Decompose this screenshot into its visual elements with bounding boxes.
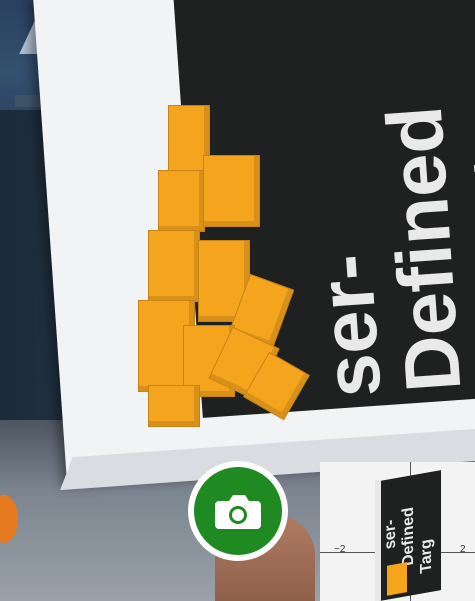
card-text-line2: Defined — [369, 103, 475, 395]
ar-cube-stack — [128, 100, 318, 430]
ar-cube — [203, 155, 260, 227]
preview-label-1: ser- — [382, 518, 399, 551]
capture-button-face[interactable] — [194, 467, 282, 555]
ar-cube — [148, 385, 200, 427]
preview-tick-left: −2 — [334, 544, 346, 555]
ar-cube — [158, 170, 205, 232]
ar-cube — [148, 230, 200, 302]
preview-label-2: Defined — [400, 505, 417, 568]
preview-thumbnail[interactable]: −2 2 ser- Defined Targ — [320, 462, 475, 601]
camera-icon — [215, 495, 261, 529]
preview-tick-right: 2 — [460, 544, 466, 555]
preview-card: ser- Defined Targ — [375, 470, 441, 601]
preview-label-3: Targ — [418, 537, 435, 575]
preview-cubes — [387, 562, 407, 596]
capture-button[interactable] — [188, 461, 288, 561]
